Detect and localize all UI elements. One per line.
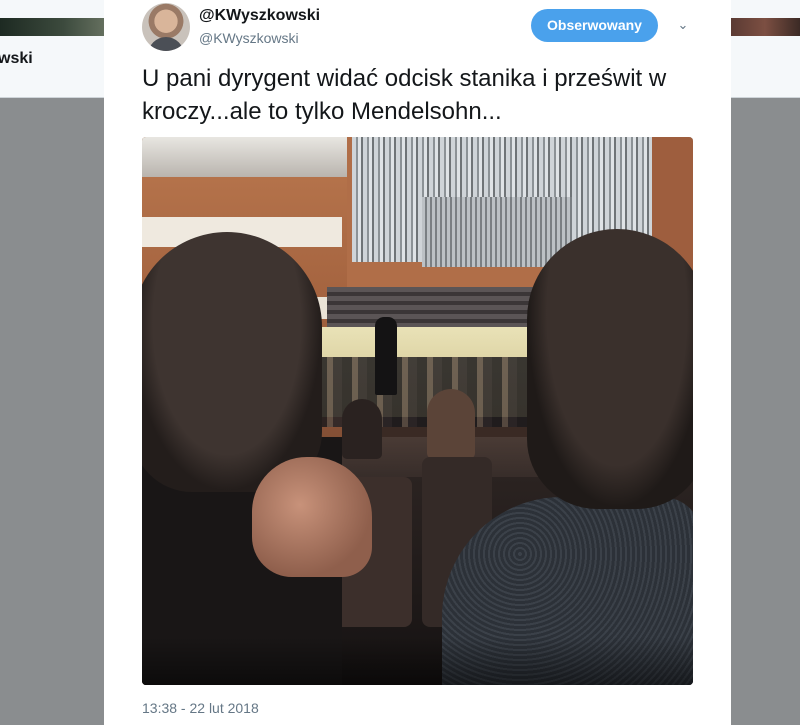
tweet-modal: @KWyszkowski @KWyszkowski Obserwowany ⌄ … [104, 0, 731, 725]
avatar[interactable] [142, 3, 190, 51]
photo-audience-member [342, 399, 382, 459]
background-banner-left [0, 18, 105, 36]
username[interactable]: @KWyszkowski [199, 30, 299, 46]
avatar-figure [148, 37, 184, 51]
photo-foreground-hand [252, 457, 372, 577]
photo-conductor [375, 317, 397, 395]
background-overlay-left[interactable] [0, 98, 105, 725]
tweet-photo[interactable] [142, 137, 693, 685]
background-overlay-right[interactable] [730, 98, 800, 725]
chevron-down-icon[interactable]: ⌄ [675, 17, 691, 33]
background-banner-right [730, 18, 800, 36]
following-button[interactable]: Obserwowany [531, 9, 658, 42]
photo-organ-pipes-center [422, 197, 572, 267]
photo-audience-member [427, 389, 475, 459]
tweet-text: U pani dyrygent widać odcisk stanika i p… [142, 65, 667, 125]
photo-bottom-shade [142, 637, 693, 685]
photo-foreground-head-left [142, 232, 322, 492]
photo-foreground-head-right [527, 229, 693, 509]
tweet-timestamp[interactable]: 13:38 - 22 lut 2018 [142, 700, 259, 716]
background-tab-label[interactable]: wski [0, 50, 33, 68]
display-name[interactable]: @KWyszkowski [199, 7, 320, 25]
